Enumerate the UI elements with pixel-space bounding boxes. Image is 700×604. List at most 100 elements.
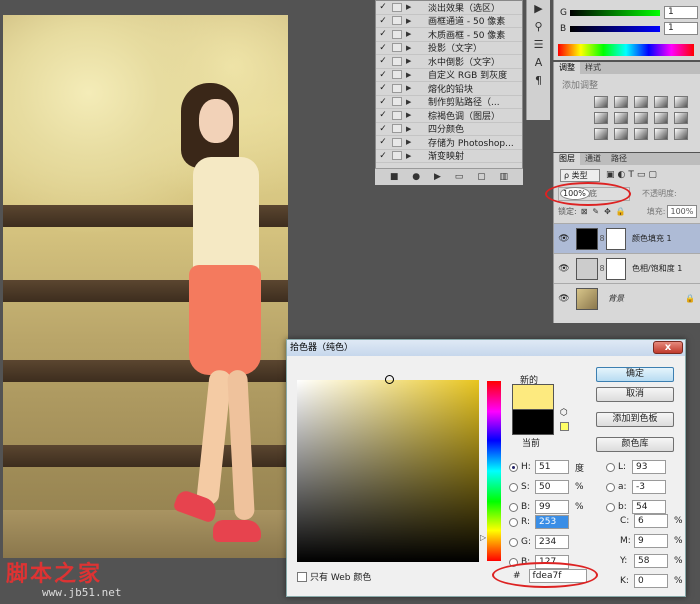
brightness-icon[interactable] [594, 96, 608, 108]
lock-icons[interactable]: ⊠✎✥🔒 [581, 207, 631, 216]
action-item[interactable]: ✓ ▶ 自定义 RGB 到灰度 [376, 69, 522, 82]
levels-icon[interactable] [614, 96, 628, 108]
play-icon[interactable]: ▶ [527, 0, 550, 18]
b-slider[interactable] [570, 25, 660, 32]
check-icon[interactable]: ✓ [376, 151, 390, 161]
curves-icon[interactable] [634, 96, 648, 108]
action-item[interactable]: ✓ ▶ 渐变映射 [376, 150, 522, 163]
action-item[interactable]: ✓ ▶ 淡出效果（选区） [376, 1, 522, 15]
brush-icon[interactable]: ⚲ [527, 18, 550, 36]
vibrance-icon[interactable] [674, 96, 688, 108]
lab-radio[interactable] [606, 462, 615, 472]
check-icon[interactable]: ✓ [376, 56, 390, 66]
dialog-toggle-box[interactable] [392, 56, 402, 66]
action-item[interactable]: ✓ ▶ 画框通道 - 50 像素 [376, 15, 522, 28]
check-icon[interactable]: ✓ [376, 97, 390, 107]
tab-paths[interactable]: 路径 [606, 153, 632, 165]
rgb-radio[interactable] [509, 537, 518, 547]
tab-adjustments[interactable]: 调整 [554, 62, 580, 74]
action-item[interactable]: ✓ ▶ 水中倒影（文字） [376, 55, 522, 69]
hsb-radio[interactable] [509, 482, 518, 492]
threshold-icon[interactable] [634, 128, 648, 140]
photo-filter-icon[interactable] [654, 112, 668, 124]
play-icon[interactable]: ▶ [434, 172, 441, 182]
gamut-warning-cube-icon[interactable]: ⬡ [560, 408, 568, 418]
tab-channels[interactable]: 通道 [580, 153, 606, 165]
new-action-icon[interactable]: ▢ [477, 172, 486, 182]
expand-arrow-icon[interactable]: ▶ [406, 125, 416, 133]
rgb-value-input[interactable]: 253 [535, 515, 569, 529]
dialog-toggle-box[interactable] [392, 29, 402, 39]
hsb-radio[interactable] [509, 462, 518, 472]
sliders-icon[interactable]: ☰ [527, 36, 550, 54]
rgb-value-input[interactable]: 234 [535, 535, 569, 549]
tab-layers[interactable]: 图层 [554, 153, 580, 165]
layer-filter-select[interactable]: ρ 类型 [560, 168, 600, 182]
cmyk-value-input[interactable]: 6 [634, 514, 668, 528]
cmyk-value-input[interactable]: 9 [634, 534, 668, 548]
expand-arrow-icon[interactable]: ▶ [406, 138, 416, 146]
expand-arrow-icon[interactable]: ▶ [406, 111, 416, 119]
color-libraries-button[interactable]: 颜色库 [596, 437, 674, 452]
fill-field[interactable]: 100% [667, 204, 698, 218]
dialog-toggle-box[interactable] [392, 124, 402, 134]
trash-icon[interactable]: ▥ [500, 172, 509, 182]
check-icon[interactable]: ✓ [376, 29, 390, 39]
check-icon[interactable]: ✓ [376, 70, 390, 80]
eye-icon[interactable]: 👁 [554, 264, 574, 274]
new-set-icon[interactable]: ▭ [455, 172, 464, 182]
exposure-icon[interactable] [654, 96, 668, 108]
color-balance-icon[interactable] [614, 112, 628, 124]
action-item[interactable]: ✓ ▶ 制作剪贴路径（... [376, 96, 522, 109]
hue-slider[interactable] [487, 381, 501, 561]
dialog-toggle-box[interactable] [392, 2, 402, 12]
invert-icon[interactable] [594, 128, 608, 140]
eye-icon[interactable]: 👁 [554, 294, 574, 304]
checkbox-box[interactable] [297, 571, 307, 582]
lab-value-input[interactable]: -3 [632, 480, 666, 494]
dialog-toggle-box[interactable] [392, 97, 402, 107]
ok-button[interactable]: 确定 [596, 367, 674, 382]
paragraph-icon[interactable]: ¶ [527, 72, 550, 90]
layer-row[interactable]: 👁 背景 🔒 [554, 283, 700, 313]
lab-radio[interactable] [606, 482, 615, 492]
check-icon[interactable]: ✓ [376, 83, 390, 93]
photo-canvas[interactable] [3, 15, 288, 558]
lab-radio[interactable] [606, 502, 615, 512]
check-icon[interactable]: ✓ [376, 2, 390, 12]
character-icon[interactable]: A [527, 54, 550, 72]
hsb-radio[interactable] [509, 502, 518, 512]
expand-arrow-icon[interactable]: ▶ [406, 17, 416, 25]
web-safe-swatch[interactable] [560, 422, 569, 431]
black-white-icon[interactable] [634, 112, 648, 124]
dialog-toggle-box[interactable] [392, 151, 402, 161]
expand-arrow-icon[interactable]: ▶ [406, 98, 416, 106]
action-item[interactable]: ✓ ▶ 存储为 Photoshop... [376, 136, 522, 150]
b-value-field[interactable]: 1 [664, 22, 698, 35]
eye-icon[interactable]: 👁 [554, 234, 574, 244]
link-icon[interactable]: 8 [598, 234, 606, 243]
check-icon[interactable]: ✓ [376, 124, 390, 134]
rgb-radio[interactable] [509, 517, 518, 527]
lab-value-input[interactable]: 54 [632, 500, 666, 514]
record-icon[interactable]: ● [412, 172, 420, 182]
layer-row[interactable]: 👁 8 颜色填充 1 [554, 223, 700, 253]
action-item[interactable]: ✓ ▶ 棕褐色调（图层） [376, 109, 522, 123]
expand-arrow-icon[interactable]: ▶ [406, 30, 416, 38]
dialog-toggle-box[interactable] [392, 110, 402, 120]
selective-color-icon[interactable] [674, 128, 688, 140]
stop-icon[interactable]: ■ [390, 172, 399, 182]
layer-row[interactable]: 👁 8 色相/饱和度 1 [554, 253, 700, 283]
current-color-swatch[interactable] [512, 409, 554, 435]
dialog-toggle-box[interactable] [392, 43, 402, 53]
expand-arrow-icon[interactable]: ▶ [406, 44, 416, 52]
cmyk-value-input[interactable]: 58 [634, 554, 668, 568]
gradient-map-icon[interactable] [654, 128, 668, 140]
expand-arrow-icon[interactable]: ▶ [406, 152, 416, 160]
action-item[interactable]: ✓ ▶ 木质画框 - 50 像素 [376, 28, 522, 42]
posterize-icon[interactable] [614, 128, 628, 140]
web-colors-only-checkbox[interactable]: 只有 Web 颜色 [297, 570, 371, 583]
dialog-toggle-box[interactable] [392, 16, 402, 26]
close-button[interactable]: x [653, 341, 683, 354]
action-item[interactable]: ✓ ▶ 四分颜色 [376, 123, 522, 136]
